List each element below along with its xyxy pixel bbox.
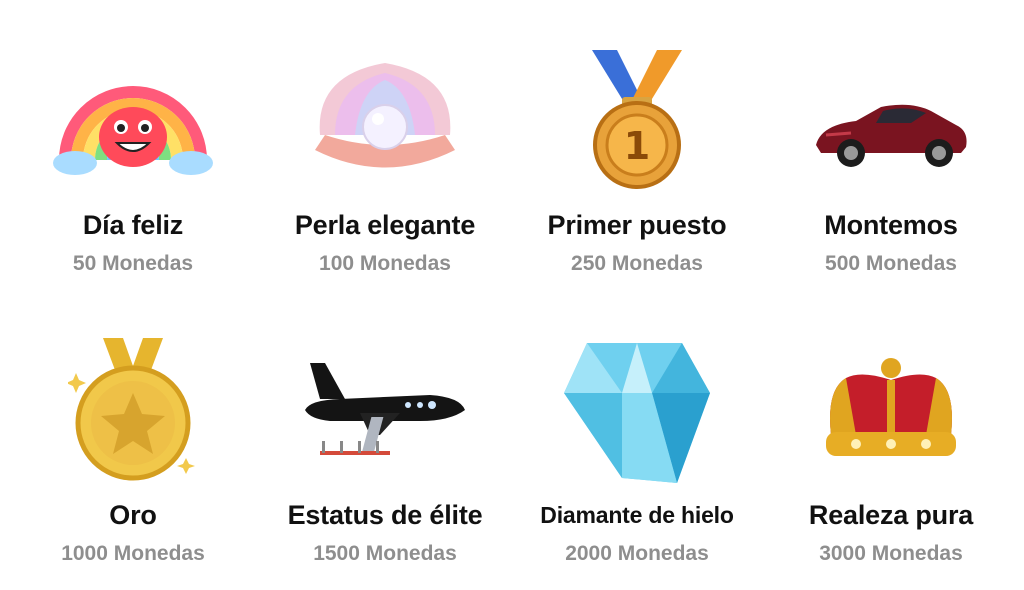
gift-card-realeza-pura[interactable]: Realeza pura 3000 Monedas [763, 300, 1019, 590]
gift-price: 1500 Monedas [313, 542, 457, 565]
gift-price: 50 Monedas [72, 252, 194, 275]
gift-grid: Día feliz 50 Monedas Perla elegante 100 … [0, 0, 1024, 576]
gift-name: Diamante de hielo [540, 502, 734, 528]
rainbow-icon [5, 10, 261, 210]
gift-card-primer-puesto[interactable]: 1 Primer puesto 250 Monedas [509, 10, 765, 300]
gift-card-perla-elegante[interactable]: Perla elegante 100 Monedas [257, 10, 513, 300]
gift-name: Primer puesto [547, 210, 727, 240]
diamond-icon [509, 300, 765, 500]
gift-name: Montemos [824, 210, 958, 240]
gift-price: 500 Monedas [825, 252, 957, 275]
gift-price: 3000 Monedas [819, 542, 963, 565]
gift-price: 2000 Monedas [565, 542, 709, 565]
gift-name: Realeza pura [808, 500, 974, 530]
gold-star-medal-icon [5, 300, 261, 500]
private-jet-icon [257, 300, 513, 500]
gift-name: Estatus de élite [287, 500, 483, 530]
gift-name: Perla elegante [294, 210, 476, 240]
gift-card-estatus-de-elite[interactable]: Estatus de élite 1500 Monedas [257, 300, 513, 590]
gift-price: 250 Monedas [571, 252, 703, 275]
gift-card-diamante-de-hielo[interactable]: Diamante de hielo 2000 Monedas [509, 300, 765, 590]
gift-name: Oro [109, 500, 157, 530]
first-place-medal-icon: 1 [509, 10, 765, 210]
gift-card-oro[interactable]: Oro 1000 Monedas [5, 300, 261, 590]
gift-card-montemos[interactable]: Montemos 500 Monedas [763, 10, 1019, 300]
pearl-shell-icon [257, 10, 513, 210]
sports-car-icon [763, 10, 1019, 210]
gift-price: 1000 Monedas [61, 542, 205, 565]
gift-price: 100 Monedas [319, 252, 451, 275]
gift-name: Día feliz [82, 210, 184, 240]
medal-number: 1 [624, 124, 650, 168]
crown-icon [763, 300, 1019, 500]
gift-card-dia-feliz[interactable]: Día feliz 50 Monedas [5, 10, 261, 300]
